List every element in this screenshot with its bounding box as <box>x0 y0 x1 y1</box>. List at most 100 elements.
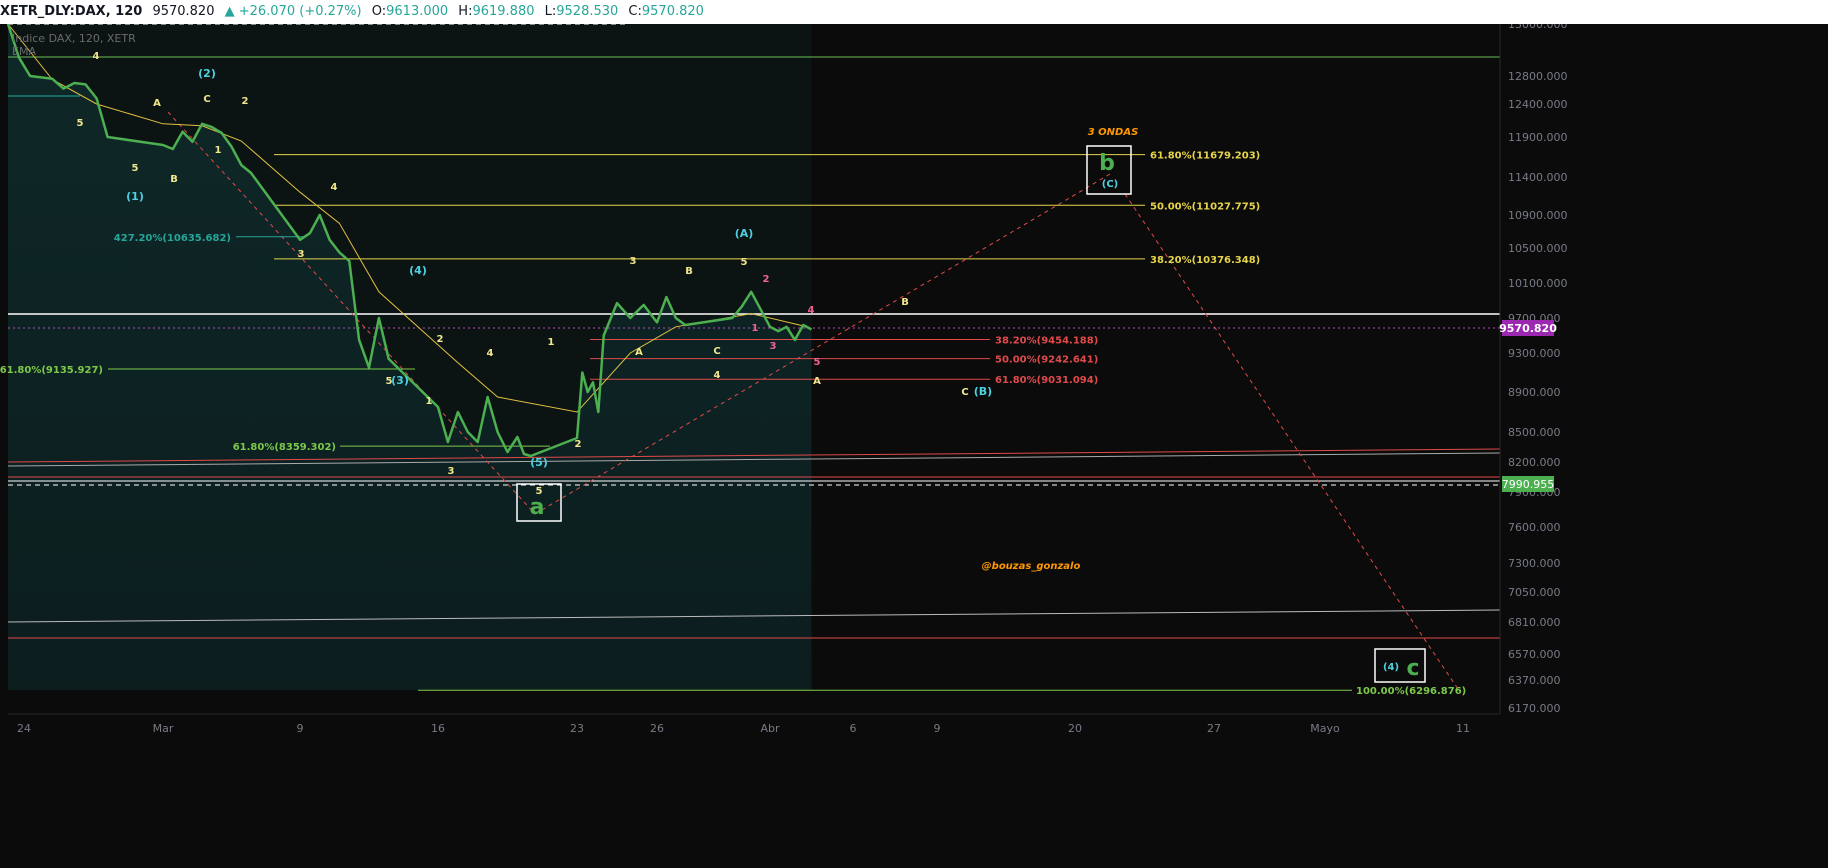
fib-level-label: 38.20%(10376.348) <box>1150 255 1260 266</box>
symbol-name[interactable]: XETR_DLY:DAX, 120 <box>0 4 142 19</box>
wave-label: A <box>635 347 643 358</box>
low-value: 9528.530 <box>556 4 619 19</box>
wave-label: 3 <box>448 466 455 477</box>
wave-label: C <box>713 346 720 357</box>
wave-label: 2 <box>575 439 582 450</box>
main-wave-label: a <box>530 495 545 520</box>
wave-label: 3 <box>298 249 305 260</box>
three-waves-note: 3 ONDAS <box>1088 127 1139 138</box>
wave-label: 5 <box>386 376 393 387</box>
price-tick-label: 9300.000 <box>1508 347 1561 360</box>
open-value: 9613.000 <box>386 4 449 19</box>
time-tick-label: 9 <box>934 722 941 735</box>
price-tick-label: 12400.000 <box>1508 98 1568 111</box>
wave-label: (5) <box>530 456 548 469</box>
price-tick-label: 11400.000 <box>1508 171 1568 184</box>
price-tick-label: 13000.000 <box>1508 24 1568 31</box>
price-tick-label: 6570.000 <box>1508 648 1561 661</box>
price-tick-label: 6810.000 <box>1508 616 1561 629</box>
wave-label: 1 <box>548 337 555 348</box>
wave-label: C <box>961 387 968 398</box>
time-tick-label: 16 <box>431 722 445 735</box>
fib-level-label: 161.80%(9135.927) <box>0 365 103 376</box>
legend-indicator: EMA <box>12 45 36 58</box>
price-tick-label: 6170.000 <box>1508 702 1561 715</box>
price-tick-label: 10900.000 <box>1508 209 1568 222</box>
wave-label: 2 <box>763 274 770 285</box>
close-label: C: <box>628 4 642 19</box>
last-price-tag-text: 9570.820 <box>1499 322 1557 335</box>
legend-series: Índice DAX, 120, XETR <box>12 32 136 45</box>
trading-chart-window: { "header": { "symbol": "XETR_DLY:DAX, 1… <box>0 0 1828 868</box>
level-tag-text: 7990.955 <box>1502 478 1555 491</box>
wave-label: (B) <box>974 385 992 398</box>
wave-label: 5 <box>741 257 748 268</box>
time-tick-label: 6 <box>850 722 857 735</box>
fib-level-label: 427.20%(10635.682) <box>114 233 231 244</box>
price-tick-label: 8500.000 <box>1508 426 1561 439</box>
wave-label: 2 <box>437 334 444 345</box>
price-tick-label: 6370.000 <box>1508 674 1561 687</box>
time-tick-label: 26 <box>650 722 664 735</box>
wave-label: 4 <box>331 182 338 193</box>
fib-level-label: 100.00%(6296.876) <box>1356 686 1466 697</box>
price-change: ▲ +26.070 (+0.27%) <box>224 4 362 19</box>
close-value: 9570.820 <box>641 4 704 19</box>
wave-label: (2) <box>198 67 216 80</box>
low-label: L: <box>544 4 557 19</box>
price-tick-label: 10100.000 <box>1508 277 1568 290</box>
wave-label: 1 <box>215 145 222 156</box>
fib-level-label: 50.00%(9242.641) <box>995 355 1098 366</box>
wave-label: 1 <box>426 396 433 407</box>
wave-label: B <box>685 266 693 277</box>
price-tick-label: 7600.000 <box>1508 521 1561 534</box>
wave-label: B <box>901 297 909 308</box>
wave-label: (C) <box>1102 179 1118 190</box>
fib-level-label: 38.20%(9454.188) <box>995 336 1098 347</box>
wave-label: 4 <box>93 51 100 62</box>
wave-label: C <box>203 94 210 105</box>
symbol-header: XETR_DLY:DAX, 120 9570.820 ▲ +26.070 (+0… <box>0 0 1828 24</box>
time-tick-label: 27 <box>1207 722 1221 735</box>
wave-label: 4 <box>714 370 721 381</box>
wave-label: 4 <box>808 305 815 316</box>
wave-label: A <box>813 376 821 387</box>
high-label: H: <box>458 4 473 19</box>
wave-label: (4) <box>409 264 427 277</box>
price-tick-label: 12800.000 <box>1508 70 1568 83</box>
wave-label: (3) <box>391 374 409 387</box>
time-tick-label: 23 <box>570 722 584 735</box>
wave-label: 3 <box>770 341 777 352</box>
time-tick-label: 24 <box>17 722 31 735</box>
time-tick-label: Mayo <box>1310 722 1340 735</box>
author-note: @bouzas_gonzalo <box>982 561 1081 572</box>
last-price: 9570.820 <box>152 4 215 19</box>
time-tick-label: Abr <box>760 722 780 735</box>
main-wave-label: b <box>1099 151 1115 176</box>
wave-label: B <box>170 174 178 185</box>
fib-level-label: 50.00%(11027.775) <box>1150 201 1260 212</box>
main-wave-label: c <box>1406 656 1419 681</box>
price-tick-label: 8200.000 <box>1508 456 1561 469</box>
session-shade <box>8 24 812 690</box>
price-axis-background <box>1500 24 1828 868</box>
chart-canvas[interactable]: (1)(2)(3)(4)(5)(A)(B)(C)(4)ABC1234512345… <box>0 24 1828 868</box>
wave-label: A <box>153 98 161 109</box>
price-axis[interactable]: 13000.000 12800.000 12400.000 11900.000 1140… <box>1499 24 1828 868</box>
time-tick-label: 11 <box>1456 722 1470 735</box>
wave-label: (A) <box>735 227 754 240</box>
wave-label: 4 <box>487 348 494 359</box>
wave-label: (1) <box>126 190 144 203</box>
price-area-layer <box>8 24 812 690</box>
time-tick-label: Mar <box>153 722 174 735</box>
open-label: O: <box>371 4 387 19</box>
wave-label: (4) <box>1383 662 1399 673</box>
price-tick-label: 10500.000 <box>1508 242 1568 255</box>
price-tick-label: 11900.000 <box>1508 131 1568 144</box>
wave-label: 3 <box>630 256 637 267</box>
time-tick-label: 9 <box>297 722 304 735</box>
wave-label: 1 <box>752 323 759 334</box>
wave-label: 5 <box>132 163 139 174</box>
fib-level-label: 61.80%(8359.302) <box>233 442 336 453</box>
wave-label: 5 <box>814 357 821 368</box>
